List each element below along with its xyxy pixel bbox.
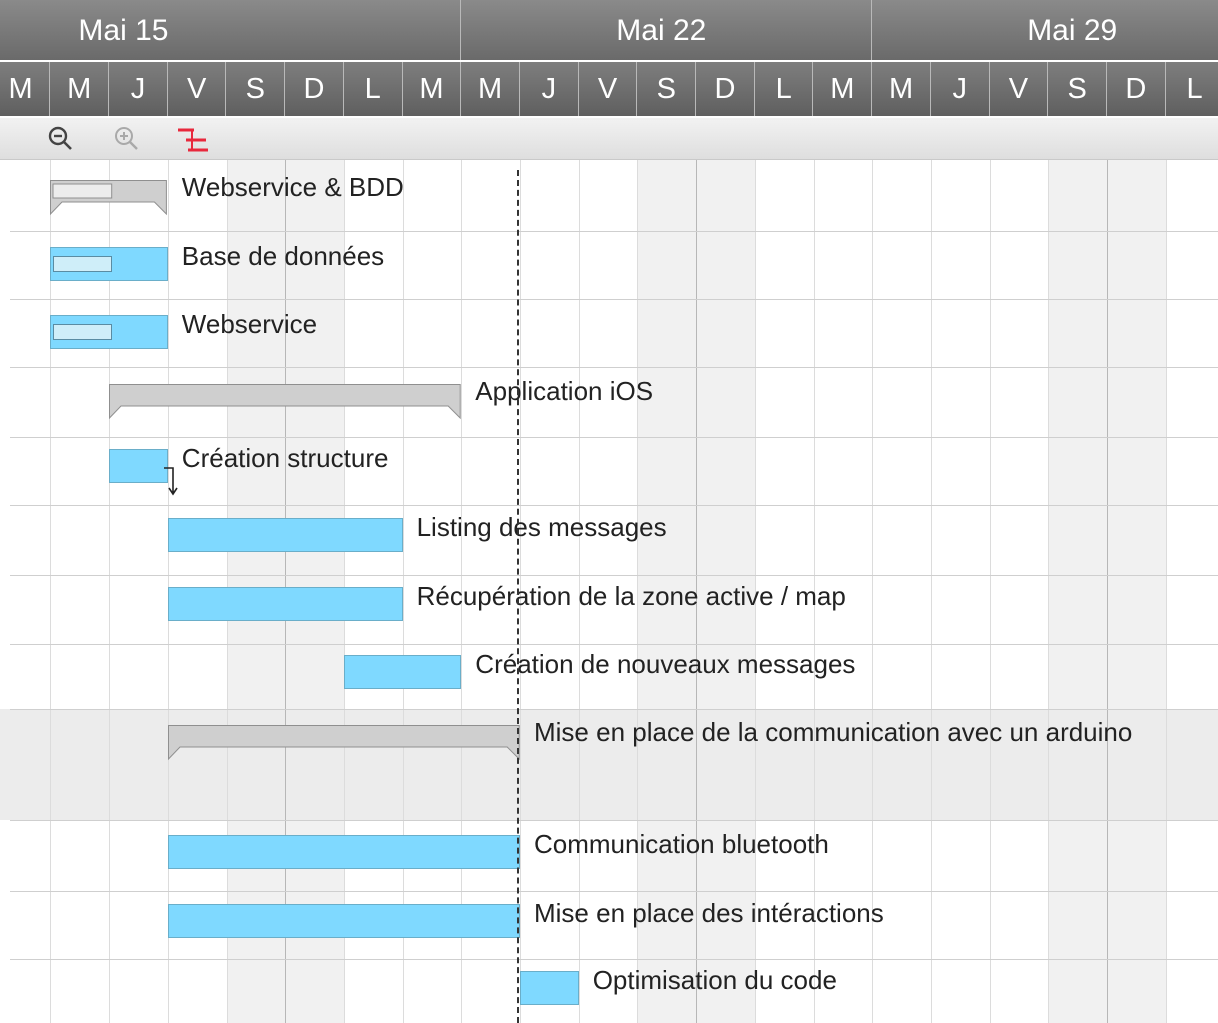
task-label: Création de nouveaux messages xyxy=(475,649,856,679)
summary-bar[interactable] xyxy=(109,384,461,428)
task-bar[interactable] xyxy=(167,587,403,621)
zoom-out-button[interactable] xyxy=(44,122,78,156)
day-cell: L xyxy=(1166,62,1218,116)
gantt-body: Webservice & BDD Base de données Webservic… xyxy=(0,160,1218,1023)
task-label: Mise en place des intéractions xyxy=(534,898,884,928)
grid-row-line xyxy=(10,299,1218,300)
day-cell: S xyxy=(1048,62,1107,116)
day-cell: L xyxy=(755,62,814,116)
grid-row-line xyxy=(10,891,1218,892)
day-cell: S xyxy=(227,62,286,116)
task-bar[interactable] xyxy=(167,518,403,552)
day-cell: M xyxy=(872,62,931,116)
grid-column-line xyxy=(872,160,873,1023)
zoom-in-button[interactable] xyxy=(110,122,144,156)
task-label: Listing des messages xyxy=(416,512,667,542)
task-bar[interactable] xyxy=(167,835,520,869)
week-header: Mai 15 Mai 22 Mai 29 xyxy=(0,0,1218,60)
grid-row-line xyxy=(10,505,1218,506)
grid-column-line xyxy=(931,160,932,1023)
grid-column-line xyxy=(1107,160,1108,1023)
week-label: Mai 22 xyxy=(616,14,707,47)
summary-bar[interactable] xyxy=(50,180,168,224)
task-progress-fill xyxy=(53,256,113,272)
day-cell: V xyxy=(579,62,638,116)
week-label: Mai 15 xyxy=(78,14,169,47)
grid-column-line xyxy=(1166,160,1167,1023)
task-label: Webservice & BDD xyxy=(181,172,404,202)
day-cell: J xyxy=(520,62,579,116)
task-label: Création structure xyxy=(181,443,389,473)
day-cell: M xyxy=(0,62,51,116)
summary-bar-shape xyxy=(109,384,461,420)
task-label: Webservice xyxy=(181,309,318,339)
grid-row-line xyxy=(10,644,1218,645)
summary-bar-shape xyxy=(50,180,168,216)
grid-row-line xyxy=(10,959,1218,960)
week-cell: Mai 29 xyxy=(872,0,1218,60)
week-label: Mai 29 xyxy=(1027,14,1118,47)
critical-path-button[interactable] xyxy=(176,122,210,156)
day-cell: M xyxy=(814,62,873,116)
summary-bar[interactable] xyxy=(167,725,520,769)
grid-row-line xyxy=(10,367,1218,368)
task-bar[interactable] xyxy=(50,315,168,349)
zoom-out-icon xyxy=(48,126,72,150)
day-cell: S xyxy=(637,62,697,116)
task-bar[interactable] xyxy=(167,904,520,938)
day-cell: J xyxy=(931,62,990,116)
week-cell: Mai 22 xyxy=(461,0,873,60)
day-cell: V xyxy=(990,62,1049,116)
grid-column-line xyxy=(990,160,991,1023)
task-bar[interactable] xyxy=(520,971,579,1005)
day-cell: M xyxy=(50,62,110,116)
grid-row-line xyxy=(10,820,1218,821)
weekend-column xyxy=(1107,160,1166,1023)
gantt-toolbar xyxy=(0,118,1218,160)
day-header: MMJVSDLMMJVSDLMMJVSDL xyxy=(0,62,1218,116)
grid-row-line xyxy=(10,709,1218,710)
grid-column-line xyxy=(403,160,404,1023)
task-label: Communication bluetooth xyxy=(534,829,829,859)
weekend-column xyxy=(1048,160,1107,1023)
summary-bar-shape xyxy=(167,725,520,761)
day-cell: M xyxy=(461,62,520,116)
task-bar[interactable] xyxy=(109,449,168,483)
task-progress-fill xyxy=(53,324,113,340)
grid-column-line xyxy=(1048,160,1049,1023)
grid-column-line xyxy=(50,160,51,1023)
task-label: Application iOS xyxy=(475,376,654,406)
task-bar[interactable] xyxy=(343,655,462,689)
week-cell: Mai 15 xyxy=(50,0,462,60)
day-cell: D xyxy=(285,62,344,116)
task-bar[interactable] xyxy=(50,247,168,281)
day-cell: D xyxy=(1107,62,1166,116)
task-label: Mise en place de la communication avec u… xyxy=(534,717,1133,747)
grid-row-line xyxy=(10,437,1218,438)
task-label: Base de données xyxy=(181,241,385,271)
grid-row-line xyxy=(10,231,1218,232)
task-label: Optimisation du code xyxy=(592,965,837,995)
grid-row-line xyxy=(10,575,1218,576)
day-cell: D xyxy=(696,62,755,116)
zoom-in-icon xyxy=(115,127,138,150)
day-cell: M xyxy=(403,62,462,116)
today-marker-line xyxy=(517,170,519,1023)
day-cell: V xyxy=(168,62,227,116)
critical-path-icon xyxy=(178,128,208,152)
day-cell: J xyxy=(109,62,168,116)
gantt-chart: Mai 15 Mai 22 Mai 29 MMJVSDLMMJVSDLMMJVSDL xyxy=(0,0,1218,1023)
day-cell: L xyxy=(344,62,403,116)
task-label: Récupération de la zone active / map xyxy=(416,581,846,611)
grid-column-line xyxy=(109,160,110,1023)
dependency-arrow xyxy=(163,467,178,496)
